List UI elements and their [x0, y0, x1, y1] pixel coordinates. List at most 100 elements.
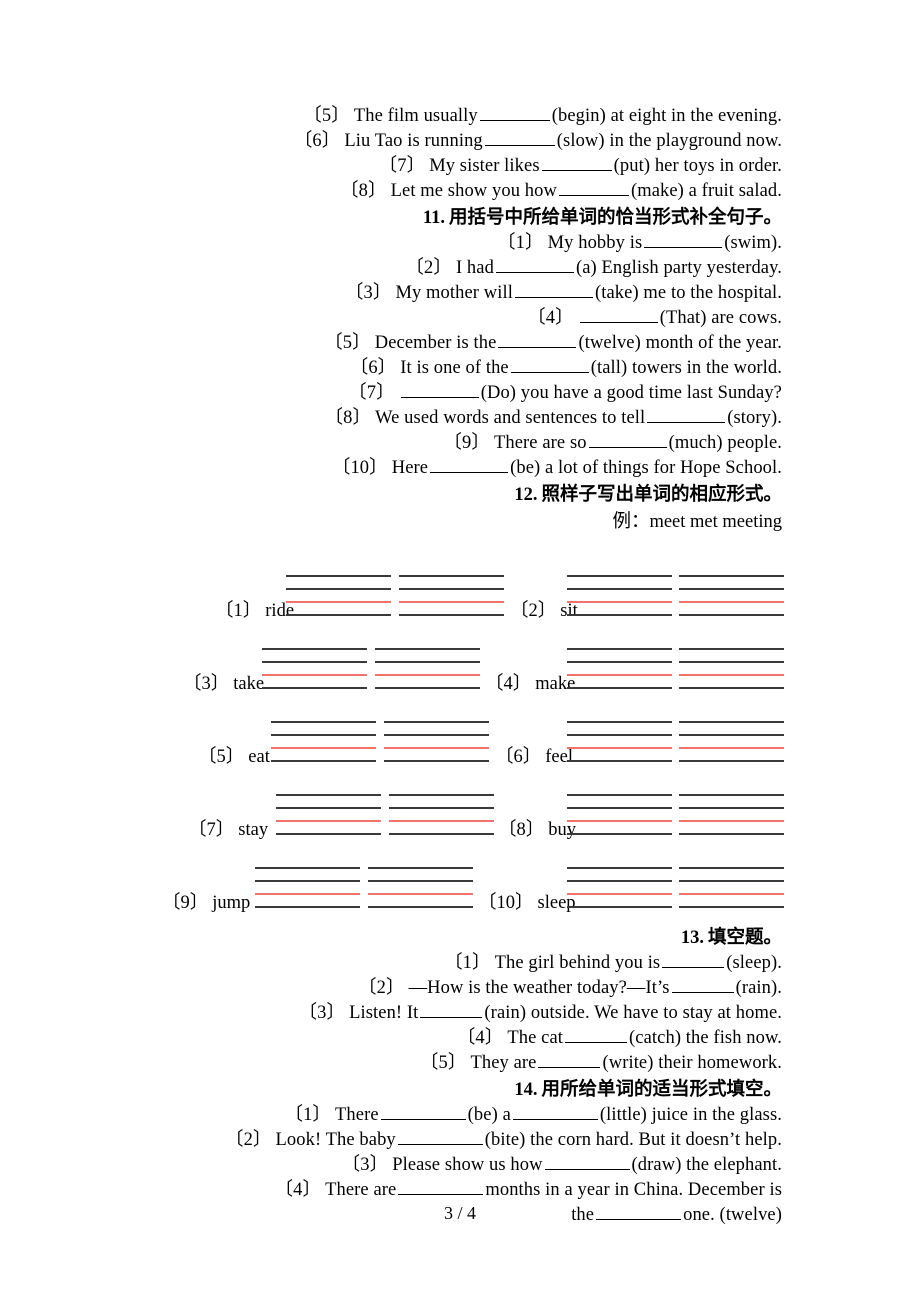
page-content: 〔5〕 The film usually (begin) at eight in t… — [140, 104, 784, 1228]
handwriting-lines[interactable] — [679, 867, 784, 908]
answer-blank[interactable] — [538, 1052, 601, 1068]
word-form-row: 〔1〕 ride 〔2〕 sit — [140, 543, 784, 621]
answer-blank[interactable] — [514, 282, 593, 298]
handwriting-lines[interactable] — [567, 575, 672, 616]
exercise-item: 〔3〕 My mother will (take) me to the hospit… — [140, 281, 782, 306]
item-number: 〔6〕 — [293, 131, 341, 151]
item-text-after: (much) people. — [668, 433, 782, 453]
item-number: 〔5〕 — [419, 1053, 467, 1073]
handwriting-lines[interactable] — [567, 721, 672, 762]
item-number: 〔7〕 — [378, 156, 426, 176]
item-text-after: (begin) at eight in the evening. — [551, 106, 782, 126]
item-word: jump — [212, 893, 251, 913]
exercise-item: 〔1〕 There (be) a (little) juice in the glas… — [140, 1103, 782, 1128]
section-title: 填空题。 — [707, 926, 782, 947]
answer-blank[interactable] — [398, 1179, 484, 1195]
handwriting-lines[interactable] — [679, 575, 784, 616]
item-number: 〔2〕 — [358, 978, 405, 998]
handwriting-lines[interactable] — [679, 794, 784, 835]
item-text-before: My mother will — [395, 283, 513, 303]
answer-blank[interactable] — [644, 232, 723, 248]
section-12-example: 例：meet met meeting — [140, 508, 782, 535]
item-text-after: (rain) outside. We have to stay at home. — [484, 1003, 782, 1023]
answer-blank[interactable] — [498, 332, 577, 348]
word-form-row: 〔3〕 take 〔4〕 make — [140, 616, 784, 694]
item-text-after: months in a year in China. December is — [485, 1180, 782, 1200]
word-label: 〔9〕 jump — [162, 892, 250, 914]
item-number: 〔4〕 — [456, 1028, 504, 1048]
item-number: 〔8〕 — [340, 181, 387, 201]
handwriting-lines[interactable] — [389, 794, 494, 835]
exercise-item: 〔4〕 There are months in a year in China. D… — [140, 1178, 782, 1203]
item-number: 〔5〕 — [303, 106, 350, 126]
handwriting-lines[interactable] — [567, 867, 672, 908]
answer-blank[interactable] — [558, 180, 629, 196]
item-number: 〔1〕 — [497, 233, 544, 253]
handwriting-lines[interactable] — [567, 648, 672, 689]
answer-blank[interactable] — [579, 307, 658, 323]
handwriting-lines[interactable] — [384, 721, 489, 762]
answer-blank[interactable] — [495, 257, 574, 273]
item-number: 〔9〕 — [162, 893, 209, 913]
handwriting-lines[interactable] — [679, 721, 784, 762]
section-13-heading: 13. 填空题。 — [140, 924, 782, 951]
handwriting-lines[interactable] — [276, 794, 381, 835]
item-text-before: Here — [391, 458, 429, 478]
item-text-after: (slow) in the playground now. — [556, 131, 782, 151]
handwriting-lines[interactable] — [262, 648, 367, 689]
exercise-item: 〔9〕 There are so (much) people. — [140, 431, 782, 456]
item-text-before: The girl behind you is — [494, 953, 661, 973]
handwriting-lines[interactable] — [375, 648, 480, 689]
item-text-before: Look! The baby — [275, 1130, 396, 1150]
item-text-after: (sleep). — [726, 953, 782, 973]
item-text-after: (Do) you have a good time last Sunday? — [480, 383, 782, 403]
handwriting-lines[interactable] — [271, 721, 376, 762]
handwriting-lines[interactable] — [567, 794, 672, 835]
item-text-before: There are — [325, 1180, 397, 1200]
item-text-after: (swim). — [724, 233, 782, 253]
page-footer: 3 / 4 — [0, 1203, 920, 1224]
item-number: 〔9〕 — [443, 433, 490, 453]
answer-blank[interactable] — [400, 382, 479, 398]
item-number: 〔2〕 — [224, 1130, 272, 1150]
exercise-item: 〔2〕 —How is the weather today?—It’s (rain)… — [140, 976, 782, 1001]
handwriting-lines[interactable] — [679, 648, 784, 689]
item-text-before: They are — [470, 1053, 537, 1073]
answer-blank[interactable] — [510, 357, 589, 373]
answer-blank[interactable] — [397, 1129, 483, 1145]
answer-blank[interactable] — [420, 1002, 483, 1018]
exercise-item: 〔1〕 The girl behind you is (sleep). — [140, 951, 782, 976]
item-number: 〔10〕 — [331, 458, 388, 478]
item-text-after: (catch) the fish now. — [629, 1028, 782, 1048]
handwriting-lines[interactable] — [286, 575, 391, 616]
item-text-after: (That) are cows. — [659, 308, 782, 328]
answer-blank[interactable] — [380, 1104, 466, 1120]
item-text-after: (rain). — [735, 978, 782, 998]
item-number: 〔7〕 — [348, 383, 395, 403]
handwriting-lines[interactable] — [399, 575, 504, 616]
handwriting-lines[interactable] — [255, 867, 360, 908]
section-11-heading: 11. 用括号中所给单词的恰当形式补全句子。 — [140, 204, 782, 231]
item-text-before: Listen! It — [349, 1003, 419, 1023]
answer-blank[interactable] — [430, 457, 509, 473]
handwriting-lines[interactable] — [368, 867, 473, 908]
exercise-item: 〔4〕 (That) are cows. — [140, 306, 782, 331]
exercise-item: 〔5〕 The film usually (begin) at eight in t… — [140, 104, 782, 129]
answer-blank[interactable] — [647, 407, 726, 423]
answer-blank[interactable] — [544, 1154, 630, 1170]
answer-blank[interactable] — [565, 1027, 628, 1043]
answer-blank[interactable] — [479, 105, 550, 121]
answer-blank[interactable] — [671, 977, 734, 993]
answer-blank[interactable] — [588, 432, 667, 448]
exercise-item: 〔2〕 I had (a) English party yesterday. — [140, 256, 782, 281]
section-13-items: 〔1〕 The girl behind you is (sleep). 〔2〕 —Ho… — [140, 951, 782, 1076]
word-form-row: 〔7〕 stay 〔8〕 buy — [140, 762, 784, 840]
answer-blank[interactable] — [541, 155, 612, 171]
answer-blank[interactable] — [512, 1104, 598, 1120]
section-title: 用所给单词的适当形式填空。 — [541, 1078, 782, 1099]
answer-blank[interactable] — [484, 130, 555, 146]
exercise-item: 〔5〕 December is the (twelve) month of the … — [140, 331, 782, 356]
answer-blank[interactable] — [662, 952, 725, 968]
exercise-item: 〔6〕 It is one of the (tall) towers in the … — [140, 356, 782, 381]
item-number: 〔4〕 — [527, 308, 574, 328]
